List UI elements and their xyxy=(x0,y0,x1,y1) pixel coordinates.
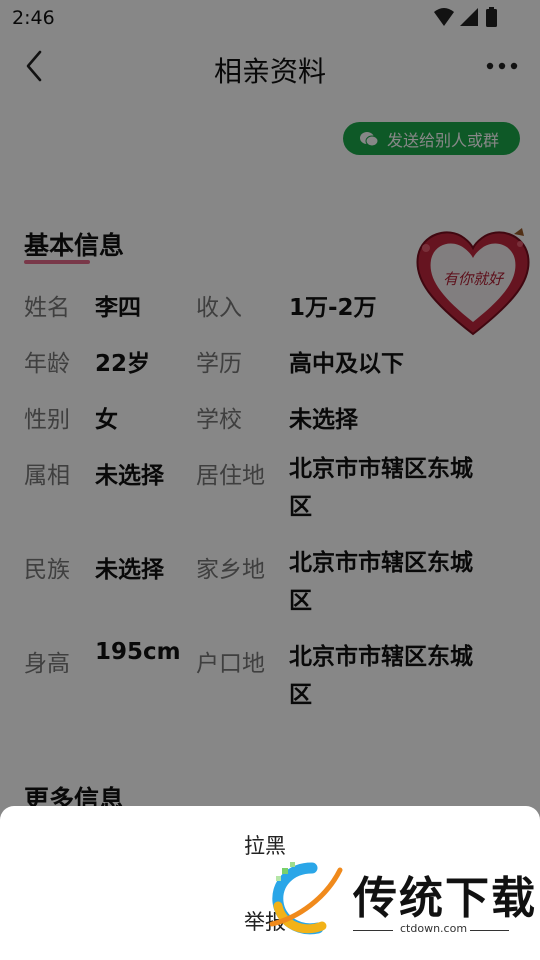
watermark-rule-right xyxy=(468,930,509,931)
watermark-rule-left xyxy=(353,930,393,931)
watermark-url: ctdown.com xyxy=(397,922,471,935)
watermark-logo-icon xyxy=(269,862,343,935)
watermark-text: 传统下载 xyxy=(353,873,537,924)
block-option[interactable]: 拉黑 xyxy=(244,830,286,860)
